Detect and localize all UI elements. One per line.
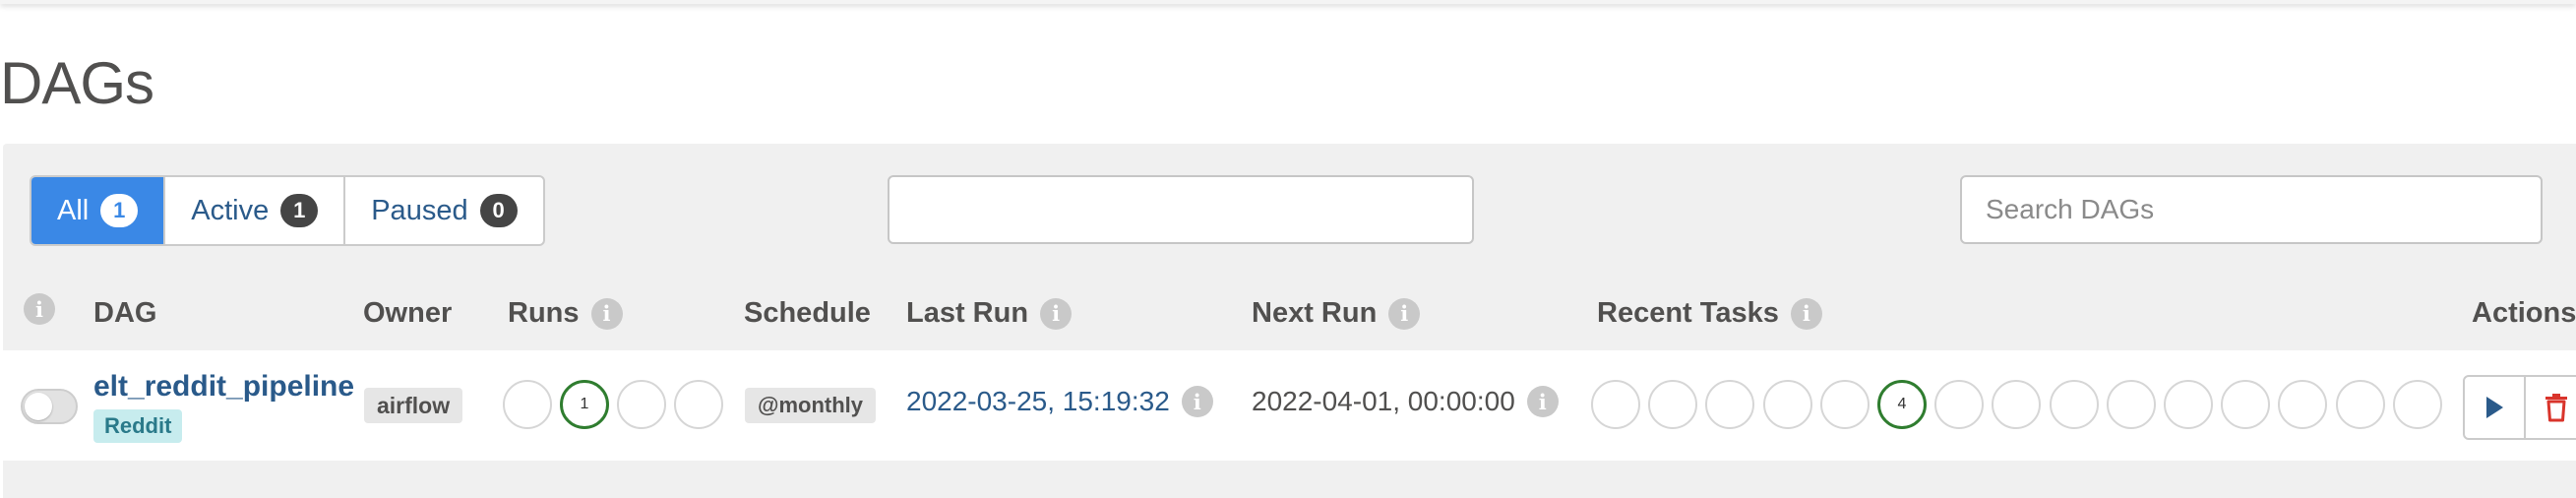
column-header-next-run-label: Next Run (1252, 297, 1378, 329)
top-navbar-edge (0, 0, 2576, 4)
task-state-circle[interactable] (1934, 380, 1985, 429)
info-icon[interactable]: i (1526, 386, 1559, 417)
last-run-link[interactable]: 2022-03-25, 15:19:32 (906, 386, 1170, 417)
run-state-circle[interactable] (503, 380, 552, 429)
column-header-schedule: Schedule (744, 297, 871, 330)
column-header-actions-label: Actions (2472, 297, 2576, 329)
column-header-last-run-label: Last Run (906, 297, 1029, 329)
dag-actions (2463, 375, 2576, 440)
dag-pause-toggle[interactable] (21, 389, 78, 424)
task-state-circle[interactable] (2164, 380, 2213, 429)
task-state-circle[interactable] (1705, 380, 1755, 429)
column-header-runs-label: Runs (508, 297, 580, 329)
trash-icon (2545, 394, 2567, 422)
column-header-dag[interactable]: DAG (93, 297, 156, 330)
filter-all-count: 1 (100, 194, 139, 227)
run-state-circle[interactable]: 1 (560, 380, 609, 429)
dag-tag[interactable]: Reddit (93, 409, 183, 443)
info-icon[interactable]: i (1790, 297, 1822, 330)
status-filter-group: All 1 Active 1 Paused 0 (30, 175, 545, 246)
page-title: DAGs (0, 50, 154, 116)
column-header-schedule-label: Schedule (744, 297, 871, 329)
column-header-owner-label: Owner (363, 297, 453, 329)
filter-all-button[interactable]: All 1 (31, 177, 166, 244)
column-header-owner[interactable]: Owner (363, 297, 452, 330)
filter-active-button[interactable]: Active 1 (165, 177, 346, 244)
column-header-dag-label: DAG (93, 297, 157, 329)
next-run-cell: 2022-04-01, 00:00:00 i (1252, 386, 1559, 417)
column-header-last-run: Last Run i (906, 297, 1073, 330)
task-state-circle[interactable] (1819, 380, 1870, 429)
tag-filter-input[interactable] (888, 175, 1474, 244)
column-header-recent-tasks: Recent Tasks i (1597, 297, 1822, 330)
task-state-circle[interactable] (1648, 380, 1698, 429)
task-state-circle[interactable] (1762, 380, 1812, 429)
task-state-circle[interactable] (2106, 380, 2156, 429)
column-header-actions: Actions (2472, 297, 2576, 330)
task-state-circle[interactable] (2392, 380, 2442, 429)
column-header-recent-tasks-label: Recent Tasks (1597, 297, 1779, 329)
trigger-dag-button[interactable] (2465, 377, 2526, 438)
delete-dag-button[interactable] (2526, 377, 2576, 438)
task-state-circle[interactable]: 4 (1877, 380, 1927, 429)
info-icon[interactable]: i (590, 297, 623, 330)
play-icon (2486, 397, 2503, 418)
filter-paused-button[interactable]: Paused 0 (345, 177, 542, 244)
task-state-circle[interactable] (2278, 380, 2328, 429)
schedule-badge[interactable]: @monthly (745, 388, 877, 423)
task-state-circle[interactable] (2221, 380, 2271, 429)
run-state-circle[interactable] (617, 380, 666, 429)
task-state-circle[interactable] (1992, 380, 2042, 429)
table-row: elt_reddit_pipeline Reddit airflow 1 @mo… (3, 350, 2576, 461)
next-run-value: 2022-04-01, 00:00:00 (1252, 386, 1515, 416)
filter-active-count: 1 (280, 194, 319, 227)
filter-paused-label: Paused (371, 194, 468, 226)
info-icon[interactable]: i (1181, 386, 1213, 417)
task-state-circle[interactable] (2049, 380, 2099, 429)
task-state-circle[interactable] (2335, 380, 2385, 429)
info-icon[interactable]: i (1388, 297, 1421, 330)
last-run-cell: 2022-03-25, 15:19:32 i (906, 386, 1213, 417)
column-header-runs: Runs i (508, 297, 623, 330)
search-dags-input[interactable] (1960, 175, 2543, 244)
info-icon[interactable]: i (24, 293, 55, 325)
filter-active-label: Active (191, 194, 270, 226)
filter-paused-count: 0 (479, 194, 518, 227)
run-state-circle[interactable] (674, 380, 723, 429)
column-header-next-run[interactable]: Next Run i (1252, 297, 1421, 330)
dag-id-link[interactable]: elt_reddit_pipeline (93, 370, 354, 404)
task-state-circle[interactable] (1591, 380, 1640, 429)
owner-badge[interactable]: airflow (364, 388, 463, 423)
info-icon[interactable]: i (1040, 297, 1073, 330)
filter-all-label: All (57, 194, 90, 226)
